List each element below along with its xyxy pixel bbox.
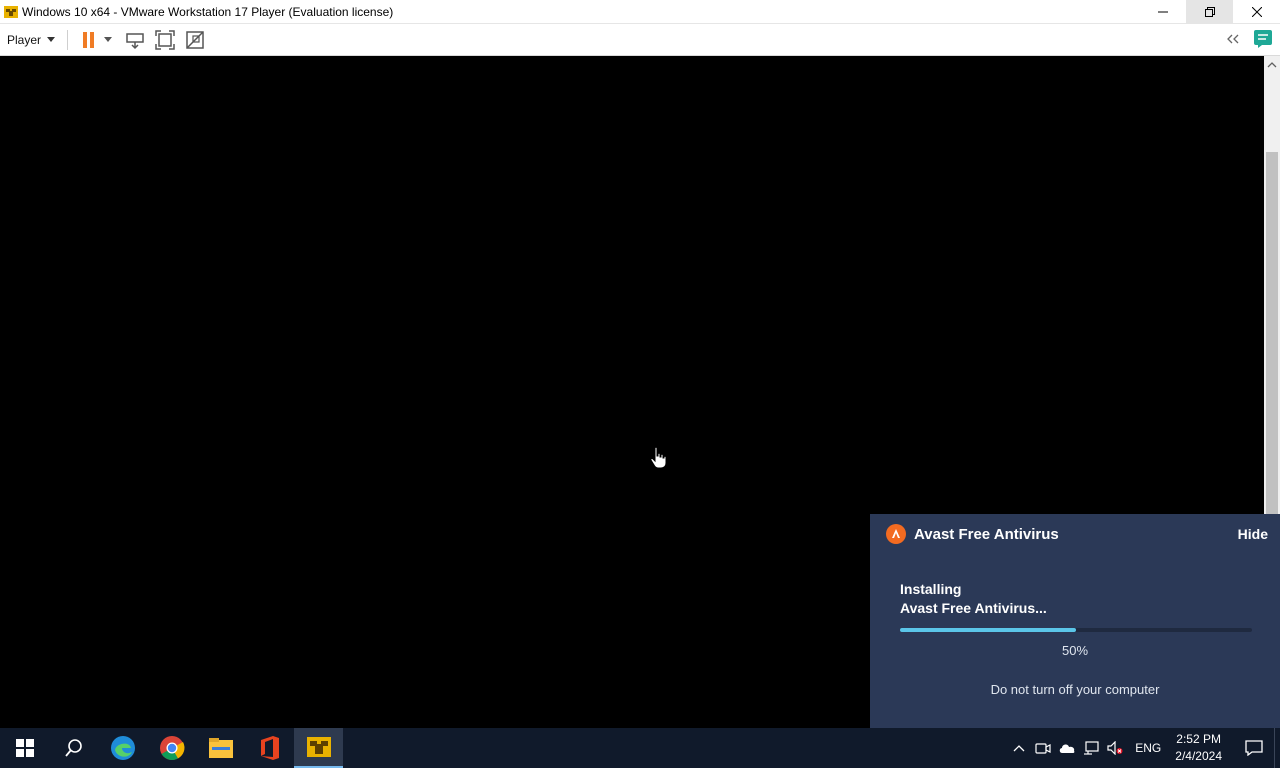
start-icon [15,739,34,757]
close-icon [1251,7,1262,17]
taskbar-app-vmware[interactable] [294,728,343,768]
camera-icon [1035,743,1051,754]
fit-guest-icon [155,29,175,50]
taskbar-app-file-explorer[interactable] [196,728,245,768]
hide-button[interactable]: Hide [1238,526,1268,542]
vmware-icon [306,737,331,757]
power-dropdown-button[interactable] [102,29,114,51]
network-icon [1084,741,1099,755]
search-button[interactable] [49,728,98,768]
dropdown-arrow-icon [104,37,113,42]
window-controls [1139,0,1280,24]
install-progress-bar [900,628,1252,632]
meet-now-button[interactable] [1031,728,1055,768]
volume-muted-icon [1107,741,1123,755]
chevron-down-icon [47,37,56,42]
network-button[interactable] [1079,728,1103,768]
install-status-line1: Installing [900,581,962,597]
show-hidden-icons-button[interactable] [1007,728,1031,768]
taskbar-app-edge[interactable] [98,728,147,768]
close-button[interactable] [1233,0,1280,24]
collapse-icon [1227,34,1239,44]
clock-date: 2/4/2024 [1175,749,1222,763]
chrome-icon [159,736,184,761]
avast-logo-icon [886,524,906,544]
taskbar-clock[interactable]: 2:52 PM 2/4/2024 [1175,731,1222,765]
player-menu-label: Player [7,32,42,47]
send-ctrl-alt-del-icon [126,32,144,49]
start-button[interactable] [0,728,49,768]
onedrive-button[interactable] [1055,728,1079,768]
collapse-toolbar-button[interactable] [1222,28,1244,50]
pause-icon [83,31,95,48]
install-progress-fill [900,628,1076,632]
minimize-icon [1157,11,1168,13]
hand-cursor-icon [650,447,666,469]
taskbar-app-office[interactable] [245,728,294,768]
install-warning-note: Do not turn off your computer [990,682,1160,697]
toolbar-divider [67,29,69,50]
unity-button[interactable] [184,29,206,51]
unity-icon [186,30,204,49]
avast-install-notification: Avast Free Antivirus Hide Installing Ava… [870,514,1280,728]
scroll-up-arrow-icon[interactable] [1267,60,1277,70]
notification-header: Avast Free Antivirus [886,524,1059,544]
file-explorer-icon [208,738,233,758]
player-toolbar: Player [0,24,1280,56]
system-tray: ENG 2:52 PM 2/4/2024 [1007,728,1280,768]
edge-icon [110,736,135,760]
input-language-indicator[interactable]: ENG [1135,741,1161,755]
player-menu-button[interactable]: Player [7,28,56,52]
search-icon [64,739,82,757]
install-status-line2: Avast Free Antivirus... [900,600,1047,616]
office-icon [260,736,279,760]
message-log-icon [1254,30,1272,48]
pause-button[interactable] [78,29,100,51]
clock-time: 2:52 PM [1176,732,1221,746]
volume-button[interactable] [1103,728,1127,768]
taskbar-app-chrome[interactable] [147,728,196,768]
send-ctrl-alt-del-button[interactable] [124,29,146,51]
restore-button[interactable] [1186,0,1233,24]
message-log-button[interactable] [1252,28,1274,50]
toolbar-right-group [1222,28,1274,50]
vmware-app-icon [4,5,18,18]
restore-icon [1204,7,1215,17]
action-center-button[interactable] [1234,728,1274,768]
windows-taskbar: ENG 2:52 PM 2/4/2024 [0,728,1280,768]
minimize-button[interactable] [1139,0,1186,24]
show-desktop-button[interactable] [1274,728,1280,768]
cloud-icon [1060,744,1075,753]
notification-app-name: Avast Free Antivirus [914,525,1059,543]
fit-guest-button[interactable] [154,29,176,51]
install-progress-label: 50% [1061,643,1089,658]
window-titlebar: Windows 10 x64 - VMware Workstation 17 P… [0,0,1280,24]
chevron-up-icon [1013,745,1025,752]
window-title: Windows 10 x64 - VMware Workstation 17 P… [22,4,394,19]
notification-icon [1245,740,1263,756]
